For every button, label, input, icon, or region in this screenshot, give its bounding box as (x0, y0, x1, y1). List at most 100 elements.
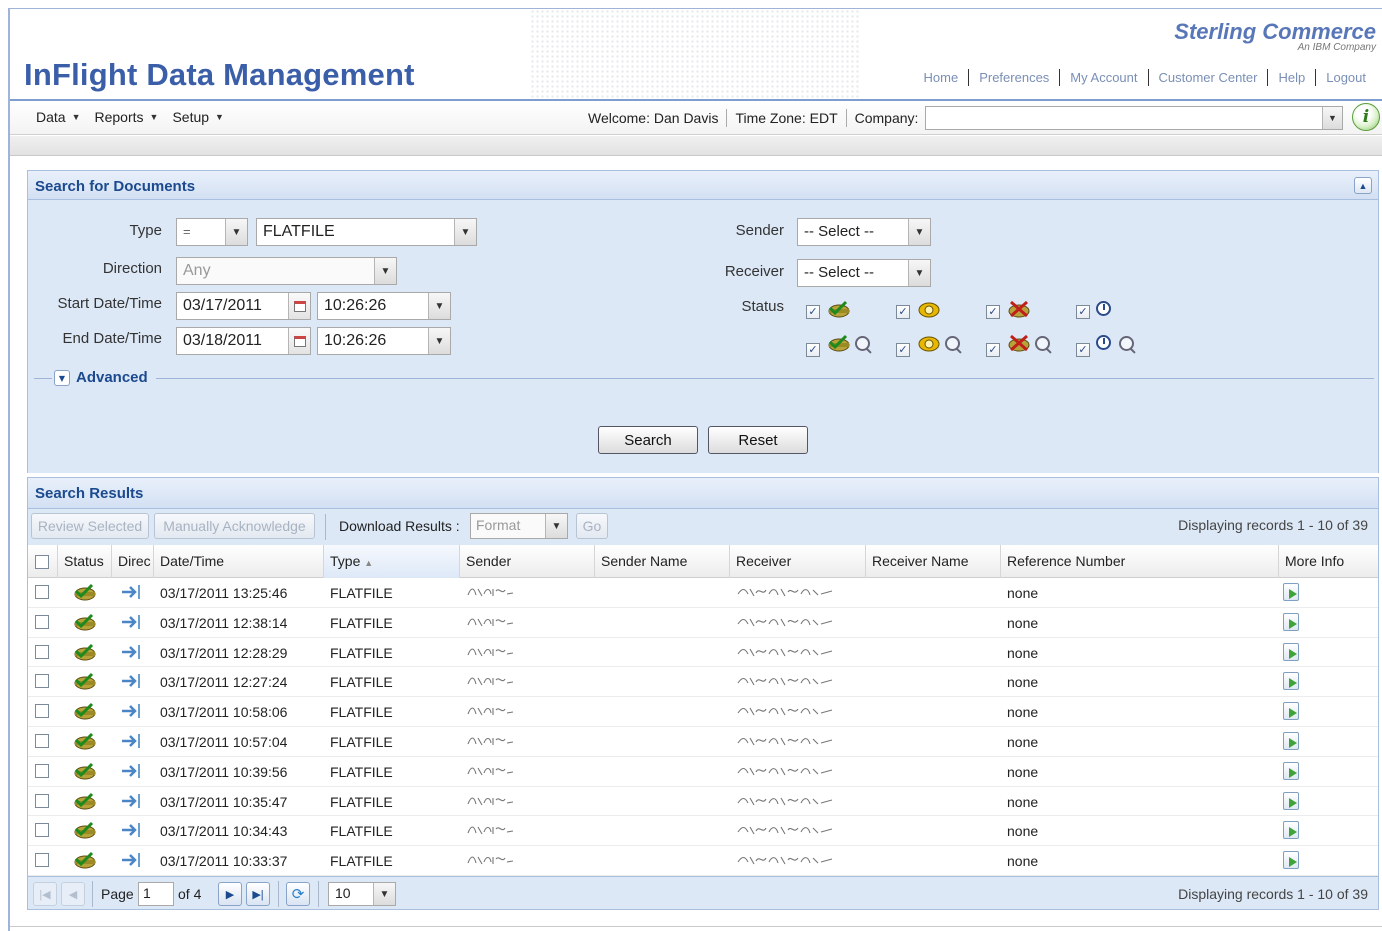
link-customer-center[interactable]: Customer Center (1149, 70, 1268, 85)
row-type: FLATFILE (330, 733, 393, 750)
column-sender-name[interactable]: Sender Name (595, 545, 730, 578)
reset-button[interactable]: Reset (708, 426, 808, 454)
row-checkbox[interactable] (35, 763, 49, 778)
document-go-icon[interactable] (1283, 672, 1299, 691)
next-page-icon[interactable]: ▶ (218, 882, 242, 906)
row-checkbox[interactable] (35, 853, 49, 868)
table-row[interactable]: 03/17/2011 10:39:56 FLATFILE none (28, 757, 1378, 787)
column-direction[interactable]: Direc (112, 545, 154, 578)
document-go-icon[interactable] (1283, 702, 1299, 721)
page-number-input[interactable]: 1 (138, 882, 174, 906)
page-size-select[interactable]: 10 ▼ (328, 882, 396, 906)
type-select[interactable]: FLATFILE ▼ (256, 218, 477, 246)
info-icon[interactable]: i (1352, 103, 1380, 131)
status-checkbox-pending[interactable]: ✓ (1076, 305, 1090, 319)
end-time-field[interactable]: 10:26:26 ▼ (317, 327, 451, 355)
chevron-down-icon[interactable]: ▼ (908, 219, 930, 245)
table-row[interactable]: 03/17/2011 10:57:04 FLATFILE none (28, 727, 1378, 757)
manually-acknowledge-button[interactable]: Manually Acknowledge (154, 513, 315, 539)
calendar-icon[interactable] (288, 328, 310, 354)
chevron-down-icon[interactable]: ▼ (545, 514, 567, 538)
table-row[interactable]: 03/17/2011 10:58:06 FLATFILE none (28, 697, 1378, 727)
document-go-icon[interactable] (1283, 642, 1299, 661)
row-checkbox[interactable] (35, 644, 49, 659)
chevron-down-icon[interactable]: ▼ (428, 328, 450, 354)
menu-setup[interactable]: Setup ▼ (172, 109, 224, 125)
table-row[interactable]: 03/17/2011 12:28:29 FLATFILE none (28, 638, 1378, 668)
document-go-icon[interactable] (1283, 583, 1299, 601)
review-selected-button[interactable]: Review Selected (31, 513, 149, 539)
column-datetime[interactable]: Date/Time (154, 545, 324, 578)
chevron-down-icon[interactable]: ▼ (1322, 107, 1342, 129)
link-my-account[interactable]: My Account (1060, 70, 1147, 85)
row-checkbox[interactable] (35, 614, 49, 629)
grid-body: 03/17/2011 13:25:46 FLATFILE none 03/17/201… (28, 578, 1378, 876)
status-checkbox-warning[interactable]: ✓ (896, 305, 910, 319)
row-receiver (730, 816, 866, 845)
row-checkbox[interactable] (35, 823, 49, 838)
column-more-info[interactable]: More Info (1279, 545, 1380, 578)
expand-icon[interactable]: ▼ (54, 370, 70, 386)
status-checkbox-warning-search[interactable]: ✓ (896, 343, 910, 357)
column-reference-number[interactable]: Reference Number (1001, 545, 1279, 578)
document-go-icon[interactable] (1283, 761, 1299, 780)
start-time-field[interactable]: 10:26:26 ▼ (317, 292, 451, 320)
sender-select[interactable]: -- Select -- ▼ (797, 218, 931, 246)
column-sender[interactable]: Sender (460, 545, 595, 578)
table-row[interactable]: 03/17/2011 12:27:24 FLATFILE none (28, 667, 1378, 698)
prev-page-icon[interactable]: ◀ (61, 882, 85, 906)
link-help[interactable]: Help (1268, 70, 1315, 85)
company-select[interactable]: ▼ (925, 106, 1343, 130)
table-row[interactable]: 03/17/2011 12:38:14 FLATFILE none (28, 608, 1378, 638)
menu-reports[interactable]: Reports ▼ (95, 109, 159, 125)
row-checkbox[interactable] (35, 704, 49, 719)
end-date-field[interactable]: 03/18/2011 (176, 327, 311, 355)
row-checkbox[interactable] (35, 585, 49, 599)
chevron-down-icon[interactable]: ▼ (428, 293, 450, 319)
table-row[interactable]: 03/17/2011 10:33:37 FLATFILE none (28, 846, 1378, 876)
table-row[interactable]: 03/17/2011 13:25:46 FLATFILE none (28, 578, 1378, 608)
link-preferences[interactable]: Preferences (969, 70, 1059, 85)
go-button[interactable]: Go (576, 513, 608, 539)
row-checkbox[interactable] (35, 674, 49, 689)
format-select[interactable]: Format ▼ (470, 513, 568, 539)
link-home[interactable]: Home (914, 70, 969, 85)
row-checkbox[interactable] (35, 793, 49, 808)
start-date-field[interactable]: 03/17/2011 (176, 292, 311, 320)
document-go-icon[interactable] (1283, 821, 1299, 840)
table-row[interactable]: 03/17/2011 10:34:43 FLATFILE none (28, 816, 1378, 847)
first-page-icon[interactable]: |◀ (33, 882, 57, 906)
advanced-toggle[interactable]: Advanced (76, 369, 148, 386)
status-checkbox-failed[interactable]: ✓ (986, 305, 1000, 319)
collapse-icon[interactable]: ▲ (1354, 177, 1372, 194)
status-checkbox-success-search[interactable]: ✓ (806, 343, 820, 357)
status-checkbox-failed-search[interactable]: ✓ (986, 343, 1000, 357)
direction-select[interactable]: Any ▼ (176, 257, 397, 285)
link-logout[interactable]: Logout (1316, 70, 1376, 85)
row-checkbox[interactable] (35, 733, 49, 748)
table-row[interactable]: 03/17/2011 10:35:47 FLATFILE none (28, 787, 1378, 817)
menu-data[interactable]: Data ▼ (36, 109, 81, 125)
column-receiver[interactable]: Receiver (730, 545, 866, 578)
status-checkbox-pending-search[interactable]: ✓ (1076, 343, 1090, 357)
document-go-icon[interactable] (1283, 731, 1299, 750)
status-checkbox-success[interactable]: ✓ (806, 305, 820, 319)
calendar-icon[interactable] (288, 293, 310, 319)
refresh-icon[interactable]: ⟳ (286, 882, 310, 906)
chevron-down-icon[interactable]: ▼ (908, 260, 930, 286)
chevron-down-icon[interactable]: ▼ (373, 883, 395, 905)
chevron-down-icon[interactable]: ▼ (374, 258, 396, 284)
last-page-icon[interactable]: ▶| (246, 882, 270, 906)
select-all-checkbox[interactable] (35, 555, 49, 569)
column-status[interactable]: Status (58, 545, 112, 578)
column-type[interactable]: Type ▲ (324, 545, 460, 578)
document-go-icon[interactable] (1283, 612, 1299, 631)
type-operator-select[interactable]: = ▼ (176, 218, 248, 246)
document-go-icon[interactable] (1283, 851, 1299, 870)
chevron-down-icon[interactable]: ▼ (454, 219, 476, 245)
search-button[interactable]: Search (598, 426, 698, 454)
column-receiver-name[interactable]: Receiver Name (866, 545, 1001, 578)
chevron-down-icon[interactable]: ▼ (225, 219, 247, 245)
receiver-select[interactable]: -- Select -- ▼ (797, 259, 931, 287)
document-go-icon[interactable] (1283, 791, 1299, 810)
